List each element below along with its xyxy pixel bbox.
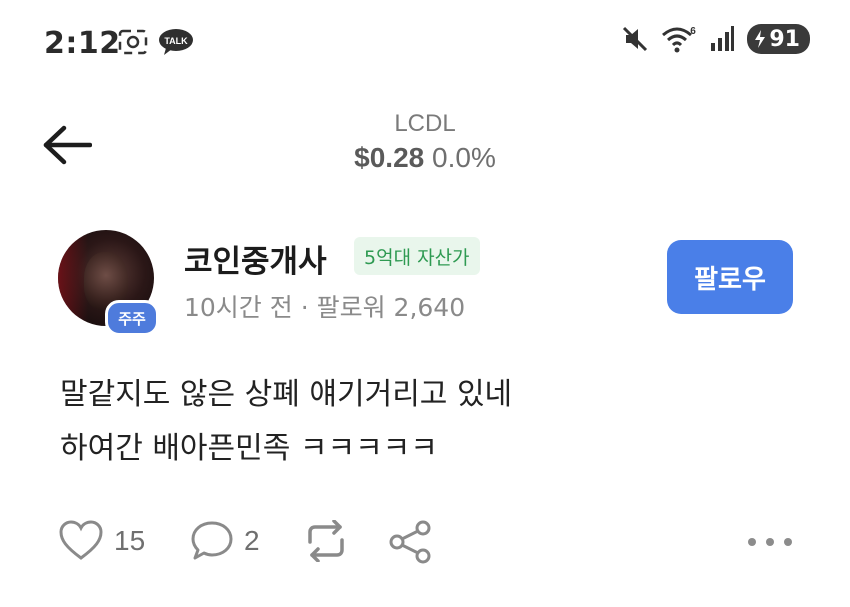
battery-level: 91 — [769, 26, 800, 52]
status-time: 2:12 — [44, 26, 121, 61]
like-count: 15 — [114, 525, 146, 556]
signal-icon — [711, 26, 735, 51]
heart-icon — [59, 520, 103, 560]
status-left-icons: TALK — [118, 28, 194, 56]
comment-count: 2 — [244, 525, 260, 556]
follow-button[interactable]: 팔로우 — [667, 240, 793, 314]
author-name[interactable]: 코인중개사 — [184, 236, 327, 281]
holder-badge: 주주 — [105, 300, 159, 336]
camera-icon — [118, 29, 148, 55]
share-icon — [389, 520, 431, 564]
more-icon-dot — [766, 538, 774, 546]
like-button[interactable]: 15 — [58, 520, 145, 562]
more-icon-dot — [784, 538, 792, 546]
post-line: 말같지도 않은 상폐 얘기거리고 있네 — [60, 377, 513, 412]
kakaotalk-icon: TALK — [159, 29, 193, 55]
price-change: 0.0% — [432, 142, 496, 173]
battery-indicator: 91 — [747, 24, 810, 54]
comment-icon — [191, 521, 233, 560]
repost-button[interactable] — [302, 520, 350, 562]
price-line: $0.28 0.0% — [0, 142, 850, 174]
more-icon — [748, 538, 756, 546]
comment-button[interactable]: 2 — [190, 520, 260, 562]
asset-tag: 5억대 자산가 — [354, 237, 480, 275]
mute-icon — [623, 26, 648, 52]
wifi-icon: 6 — [662, 26, 697, 53]
repost-icon — [308, 520, 344, 562]
talk-text: TALK — [164, 36, 188, 46]
stock-ticker: LCDL — [394, 110, 456, 137]
wifi-badge: 6 — [691, 26, 697, 37]
status-right-icons: 6 91 — [621, 24, 810, 54]
battery-icon — [755, 30, 766, 48]
post-line: 하여간 배아픈민족 ㅋㅋㅋㅋㅋ — [60, 431, 438, 466]
post-meta: 10시간 전 · 팔로워 2,640 — [184, 293, 466, 322]
more-button[interactable] — [748, 530, 792, 554]
stock-price: $0.28 — [354, 142, 425, 173]
post-text: 말같지도 않은 상폐 얘기거리고 있네 하여간 배아픈민족 ㅋㅋㅋㅋㅋ — [60, 368, 512, 476]
share-button[interactable] — [388, 520, 434, 564]
